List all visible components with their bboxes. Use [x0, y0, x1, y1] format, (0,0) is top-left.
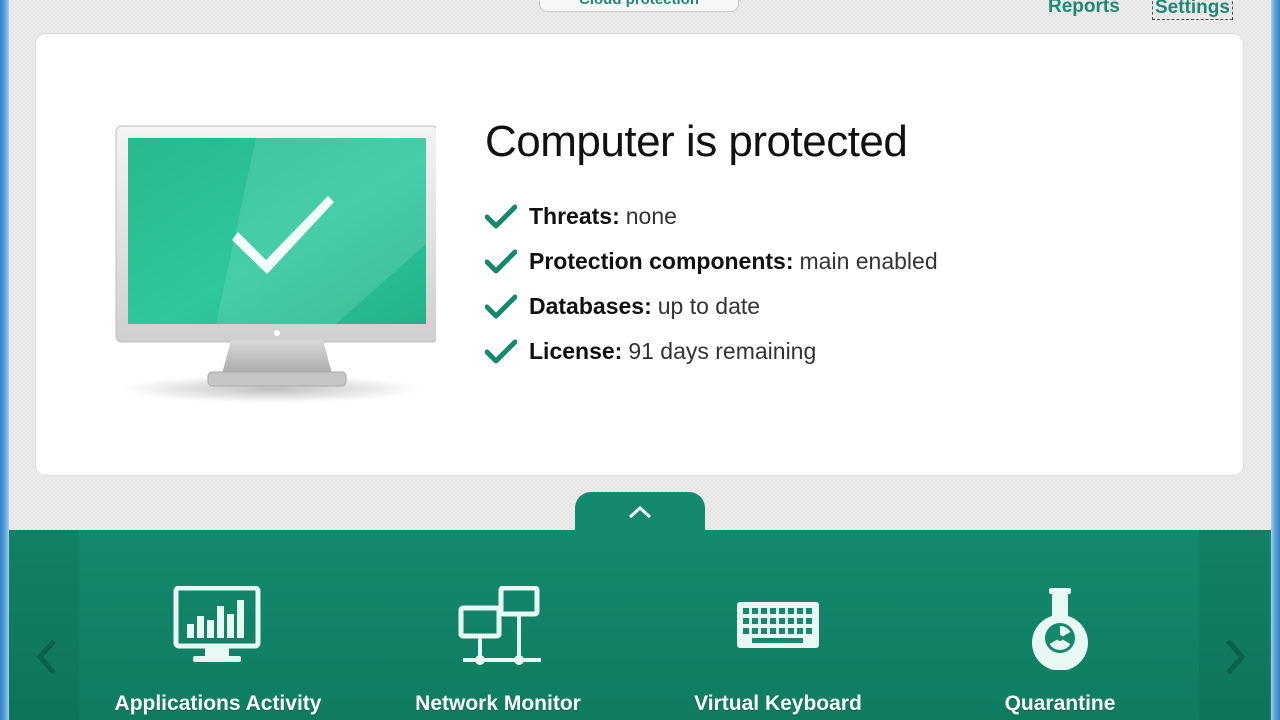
window-frame-right	[1271, 0, 1280, 720]
bar-chart-monitor-icon	[173, 586, 261, 662]
status-item-protection-components: Protection components: main enabled	[485, 239, 938, 284]
status-item-key: Protection components:	[529, 248, 794, 274]
status-item-databases: Databases: up to date	[485, 284, 938, 329]
chevron-up-icon	[628, 505, 652, 519]
cloud-protection-button[interactable]: Cloud protection	[539, 0, 739, 12]
flask-radiation-icon	[1032, 588, 1088, 670]
status-item-key: Databases:	[529, 293, 652, 319]
settings-link[interactable]: Settings	[1152, 0, 1233, 20]
expand-tools-tab[interactable]	[575, 492, 705, 532]
status-item-key: License:	[529, 338, 623, 364]
status-item-license: License: 91 days remaining	[485, 329, 938, 374]
check-icon	[485, 339, 517, 363]
tool-applications-activity[interactable]: Applications Activity	[103, 530, 333, 720]
check-icon	[485, 294, 517, 318]
tool-label: Network Monitor	[415, 692, 581, 715]
status-item-value[interactable]: main enabled	[800, 248, 938, 275]
main-window: Cloud protection Reports Settings	[9, 0, 1271, 720]
check-icon	[485, 249, 517, 273]
protected-monitor-icon	[115, 125, 436, 403]
check-icon	[485, 204, 517, 228]
status-item-value[interactable]: up to date	[658, 293, 760, 320]
status-item-value[interactable]: 91 days remaining	[628, 338, 816, 365]
status-title: Computer is protected	[485, 117, 908, 166]
tools-panel: Applications Activity Network Monitor Vi…	[9, 530, 1271, 720]
chevron-left-icon	[36, 639, 56, 675]
chevron-right-icon	[1226, 639, 1246, 675]
status-item-threats: Threats: none	[485, 194, 938, 239]
keyboard-icon	[737, 602, 819, 648]
status-list: Threats: none Protection components: mai…	[485, 194, 938, 374]
protection-status-card: Computer is protected Threats: none Prot…	[36, 34, 1243, 475]
tool-network-monitor[interactable]: Network Monitor	[383, 530, 613, 720]
reports-link[interactable]: Reports	[1048, 0, 1120, 18]
status-item-key: Threats:	[529, 203, 620, 229]
tool-label: Quarantine	[1004, 692, 1116, 715]
scroll-right-button[interactable]	[1199, 530, 1269, 720]
status-item-value: none	[625, 203, 677, 229]
network-icon	[458, 586, 541, 665]
scroll-left-button[interactable]	[9, 530, 79, 720]
tool-label: Applications Activity	[114, 692, 322, 715]
tool-virtual-keyboard[interactable]: Virtual Keyboard	[663, 530, 893, 720]
window-frame-left	[0, 0, 9, 720]
tool-label: Virtual Keyboard	[694, 692, 862, 715]
tool-quarantine[interactable]: Quarantine	[945, 530, 1175, 720]
